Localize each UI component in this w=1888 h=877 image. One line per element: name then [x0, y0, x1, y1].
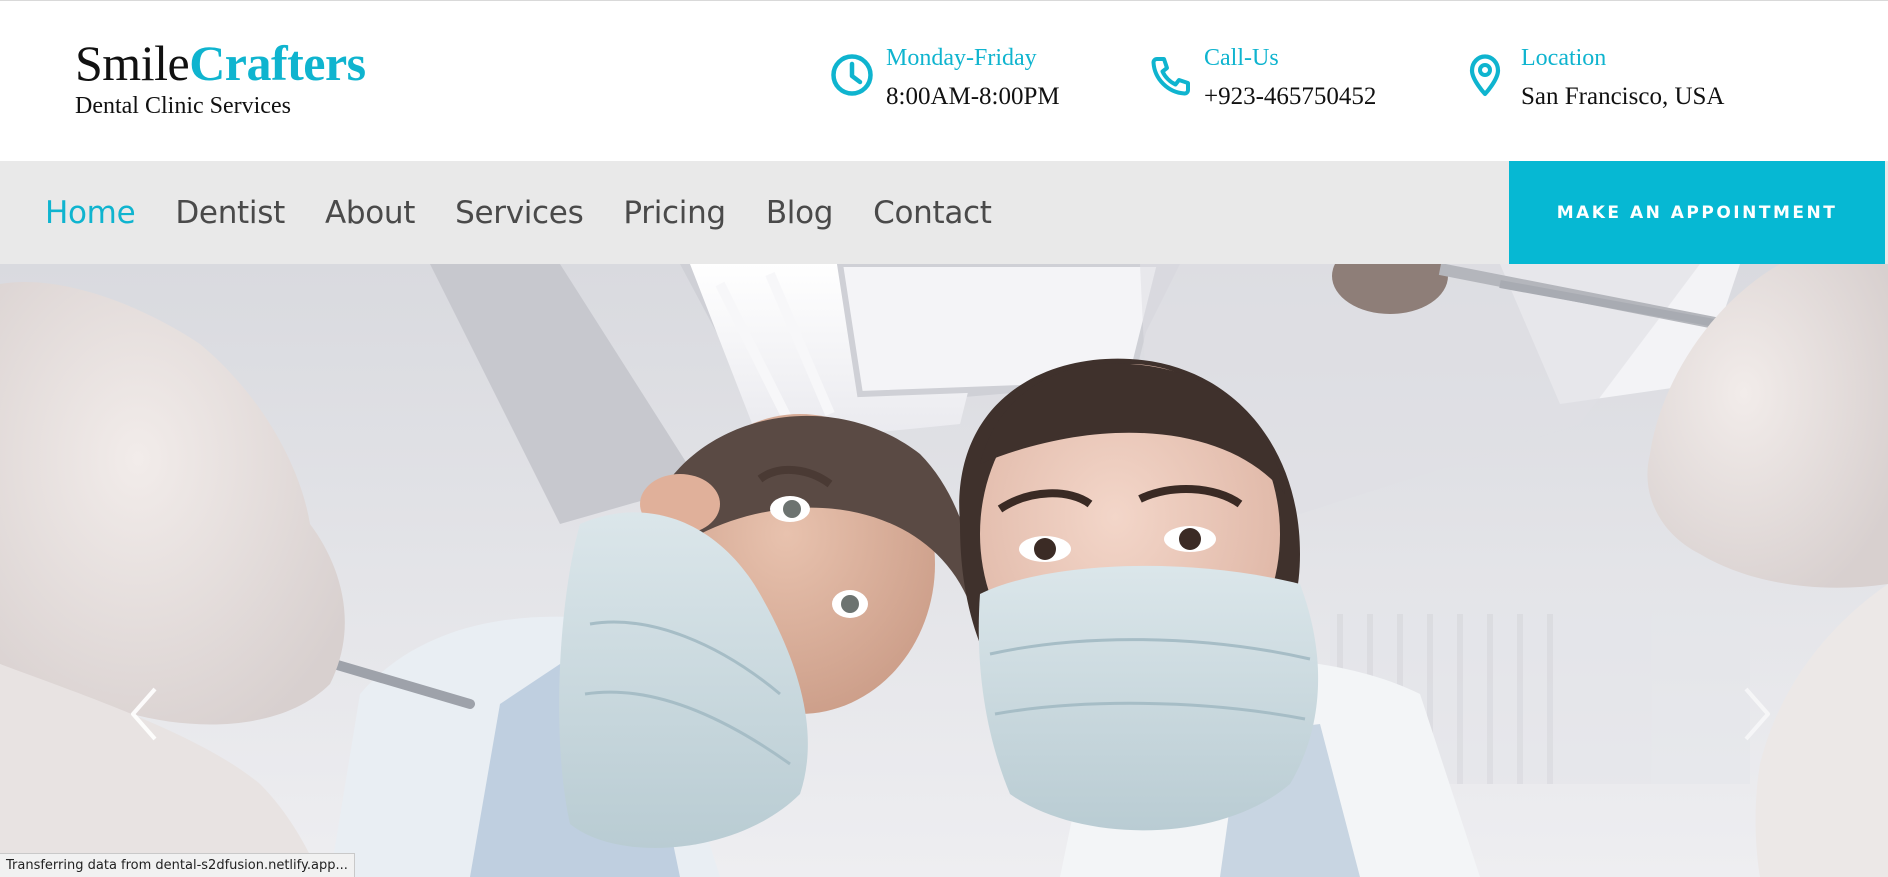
brand-name-crafters: Crafters: [189, 35, 366, 91]
hero-image: [0, 264, 1888, 877]
nav-item-about[interactable]: About: [325, 195, 415, 231]
top-header: SmileCrafters Dental Clinic Services Mon…: [0, 0, 1888, 161]
make-appointment-button[interactable]: MAKE AN APPOINTMENT: [1509, 161, 1885, 264]
chevron-left-icon[interactable]: [115, 674, 175, 754]
brand-title: SmileCrafters: [75, 35, 366, 91]
chevron-right-icon[interactable]: [1726, 674, 1786, 754]
brand-name-smile: Smile: [75, 35, 190, 91]
nav-item-dentist[interactable]: Dentist: [175, 195, 285, 231]
location-label: Location: [1521, 45, 1607, 71]
browser-status-bar: Transferring data from dental-s2dfusion.…: [0, 853, 355, 877]
location-pin-icon: [1469, 54, 1501, 97]
phone-number[interactable]: +923-465750452: [1204, 82, 1376, 112]
location-value: San Francisco, USA: [1521, 83, 1725, 110]
phone-icon[interactable]: [1148, 53, 1194, 99]
hero-carousel[interactable]: [0, 264, 1888, 877]
brand-logo[interactable]: SmileCrafters Dental Clinic Services: [75, 35, 366, 120]
nav-item-pricing[interactable]: Pricing: [623, 195, 726, 231]
brand-tagline: Dental Clinic Services: [75, 93, 291, 119]
nav-item-blog[interactable]: Blog: [766, 195, 834, 231]
hours-value: 8:00AM-8:00PM: [886, 83, 1060, 110]
call-label: Call-Us: [1204, 45, 1279, 71]
hours-label: Monday-Friday: [886, 45, 1037, 71]
clock-icon: [831, 54, 873, 96]
main-nav: Home Dentist About Services Pricing Blog…: [45, 161, 1032, 264]
nav-item-services[interactable]: Services: [455, 195, 584, 231]
nav-item-contact[interactable]: Contact: [873, 195, 992, 231]
nav-item-home[interactable]: Home: [45, 195, 136, 231]
